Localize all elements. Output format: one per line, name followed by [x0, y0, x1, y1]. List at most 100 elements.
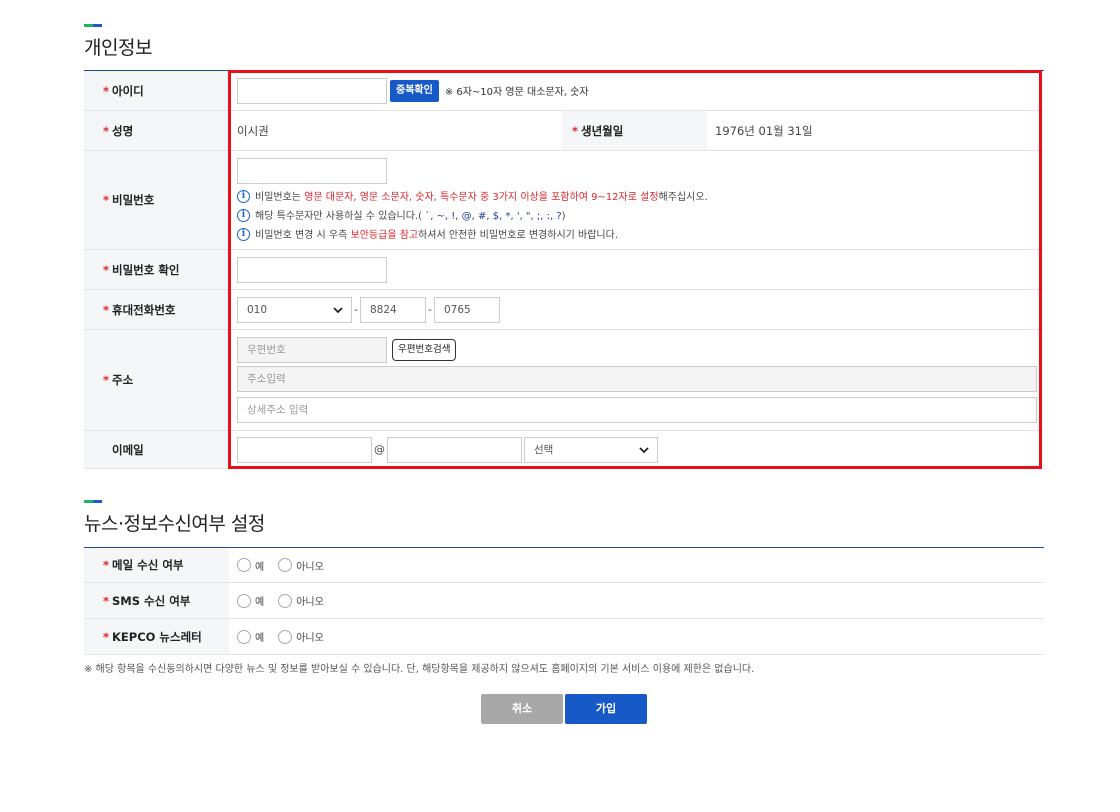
phone-prefix-select[interactable]: 010 — [237, 296, 352, 323]
dash: - — [427, 303, 432, 316]
id-value-cell: 중복확인 ※ 6자~10자 영문 대소문자, 숫자 — [229, 70, 1045, 111]
cancel-button[interactable]: 취소 — [481, 694, 563, 724]
phone-row: * 휴대전화번호 010-8824-0765 — [84, 289, 1045, 330]
pw-rule-text: 해주십시오. — [658, 191, 708, 203]
info-icon: i — [237, 228, 250, 241]
required-mark: * — [103, 593, 110, 608]
zipcode-input[interactable]: 우편번호 — [237, 337, 387, 363]
pw-rule-text: ) — [561, 210, 566, 222]
email-label: 이메일 — [112, 442, 144, 457]
radio-label: 예 — [255, 597, 265, 608]
birth-value: 1976년 01월 31일 — [715, 123, 813, 138]
required-mark: * — [103, 193, 110, 207]
name-label-cell: * 성명 — [84, 110, 229, 151]
password-rule-line-3: i 비밀번호 변경 시 우측 보안등급을 참고하셔서 안전한 비밀번호로 변경하시… — [237, 226, 1044, 245]
email-domain-select[interactable]: 선택 — [524, 436, 658, 463]
password-rule-line-1: i 비밀번호는 영문 대문자, 영문 소문자, 숫자, 특수문자 중 3가지 이상… — [237, 188, 1044, 207]
zipcode-search-button[interactable]: 우편번호검색 — [392, 339, 457, 361]
email-row: *이메일 @ 선택 — [84, 430, 1045, 469]
password-confirm-input[interactable] — [237, 256, 387, 283]
required-mark: * — [103, 123, 110, 138]
email-label-cell: *이메일 — [84, 430, 229, 469]
news-row-mail: * 메일 수신 여부 예 아니오 — [84, 547, 1044, 583]
newsletter-consent-options: 예 아니오 — [229, 618, 1044, 655]
password-value-cell: i 비밀번호는 영문 대문자, 영문 소문자, 숫자, 특수문자 중 3가지 이상… — [229, 150, 1045, 250]
consent-note: ※ 해당 항목을 수신동의하시면 다양한 뉴스 및 정보를 받아보실 수 있습니… — [84, 664, 755, 675]
phone-last-input[interactable]: 0765 — [433, 296, 500, 323]
email-value-cell: @ 선택 — [229, 430, 1045, 469]
section-mark — [84, 24, 102, 27]
phone-label: 휴대전화번호 — [112, 302, 176, 317]
dash: - — [354, 303, 358, 316]
pw-rule-text: 하셔서 안전한 비밀번호로 변경하시기 바랍니다. — [418, 229, 619, 241]
password-confirm-label: 비밀번호 확인 — [112, 262, 180, 277]
password-input[interactable] — [237, 157, 387, 184]
birth-label-cell: * 생년월일 — [562, 110, 707, 151]
phone-value-cell: 010-8824-0765 — [229, 289, 1045, 330]
mail-consent-label: 메일 수신 여부 — [112, 558, 184, 572]
name-label: 성명 — [112, 123, 134, 138]
required-mark: * — [103, 302, 110, 317]
password-confirm-value-cell — [229, 249, 1045, 290]
id-input[interactable] — [237, 77, 387, 104]
password-label: 비밀번호 — [112, 193, 155, 207]
email-domain-input[interactable] — [387, 436, 522, 463]
id-row: * 아이디 중복확인 ※ 6자~10자 영문 대소문자, 숫자 — [84, 70, 1045, 111]
pw-rule-text: 비밀번호는 — [255, 191, 305, 203]
required-mark: * — [103, 262, 110, 277]
pw-rule-highlight: 보안등급을 참고 — [350, 229, 419, 241]
news-row-sms: * SMS 수신 여부 예 아니오 — [84, 582, 1044, 619]
newsletter-consent-label-cell: * KEPCO 뉴스레터 — [84, 618, 229, 655]
password-confirm-label-cell: * 비밀번호 확인 — [84, 249, 229, 290]
required-mark: * — [103, 373, 110, 387]
radio-label: 아니오 — [296, 633, 324, 644]
section-title-personal: 개인정보 — [84, 37, 152, 59]
required-mark: * — [572, 123, 579, 138]
chevron-down-icon — [333, 306, 343, 313]
radio-label: 예 — [255, 633, 265, 644]
sms-no-radio[interactable] — [278, 593, 293, 608]
address-label-cell: * 주소 — [84, 329, 229, 431]
name-row: * 성명 이시권 * 생년월일 1976년 01월 31일 — [84, 110, 1045, 151]
id-hint: ※ 6자~10자 영문 대소문자, 숫자 — [444, 87, 589, 98]
address-value-cell: 우편번호 우편번호검색 주소입력 상세주소 입력 — [229, 329, 1045, 431]
newsletter-consent-label: KEPCO 뉴스레터 — [112, 629, 202, 644]
section-title-news: 뉴스·정보수신여부 설정 — [84, 513, 265, 535]
newsletter-no-radio[interactable] — [278, 629, 293, 644]
info-icon: i — [237, 190, 250, 203]
mail-yes-radio[interactable] — [237, 558, 251, 572]
address-input[interactable]: 주소입력 — [237, 366, 1038, 392]
name-value-cell: 이시권 — [229, 110, 562, 151]
pw-rule-text: 해당 특수문자만 사용하실 수 있습니다.( — [255, 210, 426, 222]
sms-yes-radio[interactable] — [237, 593, 251, 608]
email-id-input[interactable] — [237, 436, 372, 463]
birth-value-cell: 1976년 01월 31일 — [707, 110, 1045, 151]
name-value: 이시권 — [237, 123, 269, 138]
radio-label: 아니오 — [296, 561, 324, 573]
password-rule-line-2: i 해당 특수문자만 사용하실 수 있습니다.( `, ~, !, @, #, $… — [237, 207, 1044, 226]
address-label: 주소 — [112, 373, 134, 387]
special-chars: `, ~, !, @, #, $, *, ', ", ;, :, ? — [425, 210, 562, 222]
mail-no-radio[interactable] — [278, 558, 293, 572]
info-icon: i — [237, 209, 250, 222]
address-row: * 주소 우편번호 우편번호검색 주소입력 상세주소 입력 — [84, 329, 1045, 431]
mail-consent-options: 예 아니오 — [229, 547, 1044, 583]
duplicate-check-button[interactable]: 중복확인 — [390, 79, 439, 102]
id-label: 아이디 — [112, 83, 144, 98]
sms-consent-label-cell: * SMS 수신 여부 — [84, 582, 229, 619]
phone-middle-input[interactable]: 8824 — [359, 296, 426, 323]
required-mark: * — [103, 558, 110, 572]
news-row-newsletter: * KEPCO 뉴스레터 예 아니오 — [84, 618, 1044, 655]
news-consent-table: * 메일 수신 여부 예 아니오 * SMS 수신 여부 예 아니오 * KEPCO 뉴스… — [84, 547, 1044, 655]
address-detail-input[interactable]: 상세주소 입력 — [237, 397, 1038, 423]
email-select-value: 선택 — [534, 443, 554, 456]
password-confirm-row: * 비밀번호 확인 — [84, 249, 1045, 290]
radio-label: 아니오 — [296, 597, 324, 608]
required-mark: * — [103, 83, 110, 98]
at-sign: @ — [374, 443, 385, 456]
pw-rule-highlight: 영문 대문자, 영문 소문자, 숫자, 특수문자 중 3가지 이상을 포함하여 … — [304, 191, 659, 203]
birth-label: 생년월일 — [581, 123, 624, 138]
mail-consent-label-cell: * 메일 수신 여부 — [84, 547, 229, 583]
newsletter-yes-radio[interactable] — [237, 629, 251, 644]
join-button[interactable]: 가입 — [565, 694, 647, 724]
